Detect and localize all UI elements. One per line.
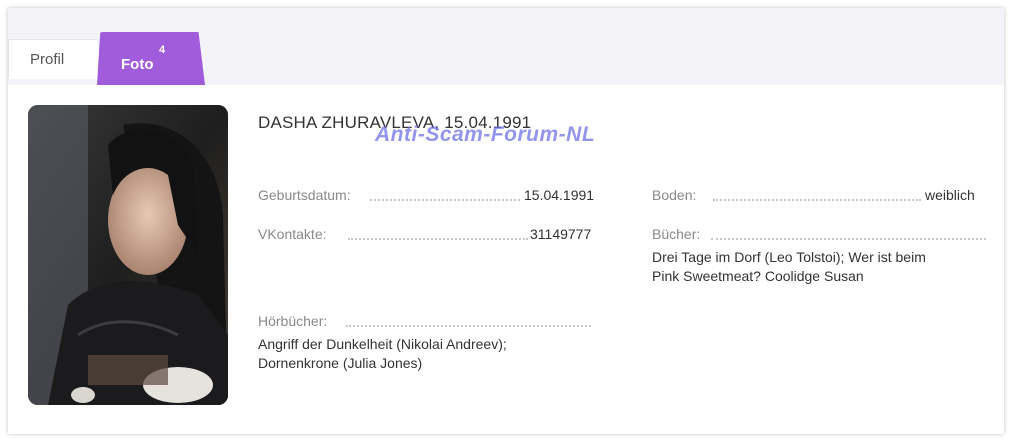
tab-profil-label: Profil — [30, 51, 65, 68]
birthdate-divider — [370, 198, 520, 201]
tab-foto-count-badge: 4 — [159, 44, 166, 56]
vk-divider — [348, 237, 528, 240]
audiobooks-value-line-2: Dornenkrone (Julia Jones) — [258, 355, 423, 371]
books-divider — [711, 237, 986, 240]
books-value-line-2: Pink Sweetmeat? Coolidge Susan — [652, 268, 864, 284]
birthdate-value: 15.04.1991 — [524, 187, 595, 203]
tab-bar: Profil Foto 4 — [8, 8, 1004, 85]
audiobooks-divider — [346, 324, 591, 327]
audiobooks-label: Hörbücher: — [258, 313, 328, 329]
vk-value[interactable]: 31149777 — [530, 226, 591, 242]
audiobooks-value-line-1: Angriff der Dunkelheit (Nikolai Andreev)… — [258, 336, 507, 352]
birthdate-label: Geburtsdatum: — [258, 187, 351, 203]
vk-label: VKontakte: — [258, 226, 327, 242]
gender-value: weiblich — [925, 187, 975, 203]
gender-divider — [713, 198, 921, 201]
profile-photo[interactable] — [28, 105, 228, 405]
books-value-line-1: Drei Tage im Dorf (Leo Tolstoi); Wer ist… — [652, 249, 926, 265]
tab-profil[interactable]: Profil — [8, 39, 104, 79]
profile-photo-image — [28, 105, 228, 405]
tab-foto[interactable]: Foto 4 — [97, 32, 205, 85]
tab-foto-label: Foto — [121, 56, 154, 73]
books-label: Bücher: — [652, 226, 701, 242]
watermark-text: Anti-Scam-Forum-NL — [375, 123, 596, 146]
books-value: Drei Tage im Dorf (Leo Tolstoi); Wer ist… — [652, 248, 926, 286]
profile-card: Profil Foto 4 DASHA ZHURAVLEVA, 15.04.19… — [8, 8, 1004, 434]
gender-label: Boden: — [652, 187, 697, 203]
audiobooks-value: Angriff der Dunkelheit (Nikolai Andreev)… — [258, 335, 507, 373]
